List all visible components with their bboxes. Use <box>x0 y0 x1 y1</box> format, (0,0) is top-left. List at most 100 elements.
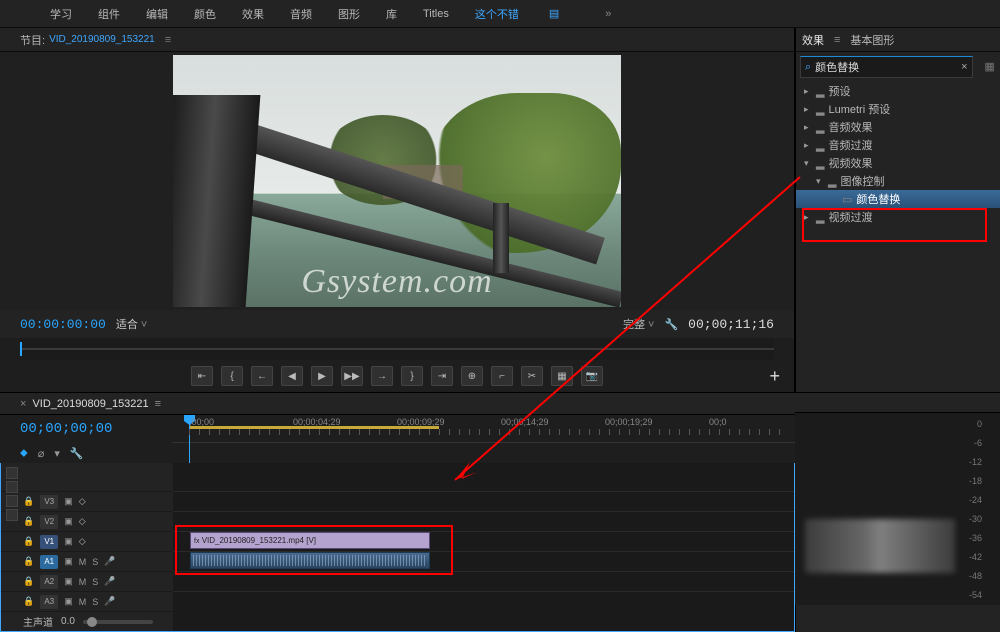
insert-btn[interactable]: ⊕ <box>461 366 483 386</box>
track-v1[interactable]: 🔒V1▣◇ <box>1 531 173 551</box>
mark-in-btn[interactable]: ⇤ <box>191 366 213 386</box>
video-clip[interactable]: fx VID_20190809_153221.mp4 [V] <box>190 532 430 549</box>
export-frame-btn[interactable]: 📷 <box>581 366 603 386</box>
menu-graphics[interactable]: 图形 <box>338 6 360 22</box>
folder-icon: ▂ <box>816 157 824 170</box>
folder-icon: ▂ <box>816 121 824 134</box>
lock-icon[interactable]: 🔒 <box>23 576 34 587</box>
eye-icon[interactable]: ▣ <box>64 496 73 507</box>
workspace-active[interactable]: 这个不错 <box>475 6 519 22</box>
tree-image-control[interactable]: ▾▂图像控制 <box>796 172 1000 190</box>
master-track[interactable]: 主声道0.0 <box>1 611 173 631</box>
menu-library[interactable]: 库 <box>386 6 397 22</box>
effects-search[interactable]: ⌕ × <box>800 56 973 78</box>
watermark-text: Gsystem.com <box>301 263 492 301</box>
folder-icon: ▂ <box>816 211 824 224</box>
resolution-menu[interactable]: 完整 <box>623 316 654 332</box>
toggle-icon[interactable]: ◇ <box>79 536 86 547</box>
workspace-overflow[interactable]: » <box>605 8 611 20</box>
lock-icon[interactable]: 🔒 <box>23 536 34 547</box>
lock-icon[interactable]: 🔒 <box>23 596 34 607</box>
audio-clip[interactable] <box>190 552 430 569</box>
menu-learn[interactable]: 学习 <box>50 6 72 22</box>
mic-icon[interactable]: 🎤 <box>104 576 115 587</box>
clear-search-icon[interactable]: × <box>961 61 967 73</box>
folder-icon: ▂ <box>816 139 824 152</box>
effect-color-replace[interactable]: ▭颜色替换 <box>796 190 1000 208</box>
zoom-fit-menu[interactable]: 适合 <box>116 316 147 332</box>
mute-icon[interactable]: ▣ <box>64 576 73 587</box>
menu-titles[interactable]: Titles <box>423 8 449 20</box>
snap-icon[interactable]: ⬥ <box>20 447 28 460</box>
folder-icon: ▂ <box>828 175 836 188</box>
step-fwd-btn[interactable]: → <box>371 366 393 386</box>
button-editor[interactable]: + <box>769 366 780 387</box>
audio-meter-panel: 0-6-12 -18-24-30 -36-42-48 -54 <box>795 392 1000 605</box>
tree-presets[interactable]: ▸▂预设 <box>796 82 1000 100</box>
track-a2[interactable]: 🔒A2▣MS🎤 <box>1 571 173 591</box>
menu-audio[interactable]: 音频 <box>290 6 312 22</box>
track-headers: 🔒V3▣◇ 🔒V2▣◇ 🔒V1▣◇ 🔒A1▣MS🎤 🔒A2▣MS🎤 🔒A3▣MS… <box>1 463 173 631</box>
panel-menu-icon[interactable]: ≡ <box>165 34 171 46</box>
track-lanes[interactable]: fx VID_20190809_153221.mp4 [V] <box>173 463 794 631</box>
tree-video-trans[interactable]: ▸▂视频过渡 <box>796 208 1000 226</box>
timeline-tab[interactable]: VID_20190809_153221 <box>32 398 148 410</box>
toggle-icon[interactable]: ◇ <box>79 496 86 507</box>
toggle-icon[interactable]: ◇ <box>79 516 86 527</box>
search-icon: ⌕ <box>805 61 811 74</box>
mic-icon[interactable]: 🎤 <box>104 596 115 607</box>
step-back-btn[interactable]: ← <box>251 366 273 386</box>
tree-audio-fx[interactable]: ▸▂音频效果 <box>796 118 1000 136</box>
effects-panel: 效果 ≡ 基本图形 ⌕ × ▦ ▦ ▦ ▸▂预设 ▸▂Lumetri 预设 ▸▂… <box>795 28 1000 632</box>
effect-icon: ▭ <box>842 193 852 206</box>
goto-out-btn[interactable]: } <box>401 366 423 386</box>
ruler-label: 00;00;19;29 <box>605 417 653 427</box>
extract-btn[interactable]: ▦ <box>551 366 573 386</box>
panel-menu-icon[interactable]: ≡ <box>155 398 161 410</box>
tab-essential-graphics[interactable]: 基本图形 <box>850 32 894 48</box>
eye-icon[interactable]: ▣ <box>64 536 73 547</box>
mute-icon[interactable]: ▣ <box>64 556 73 567</box>
menu-edit[interactable]: 编辑 <box>146 6 168 22</box>
track-a1[interactable]: 🔒A1▣MS🎤 <box>1 551 173 571</box>
mark-out-btn[interactable]: ⇥ <box>431 366 453 386</box>
marker-icon[interactable]: ▾ <box>54 447 60 460</box>
master-fader[interactable] <box>83 620 153 624</box>
play-fwd-btn[interactable]: ▶▶ <box>341 366 363 386</box>
tree-lumetri[interactable]: ▸▂Lumetri 预设 <box>796 100 1000 118</box>
play-back-btn[interactable]: ◀ <box>281 366 303 386</box>
tree-video-fx[interactable]: ▾▂视频效果 <box>796 154 1000 172</box>
lock-icon[interactable]: 🔒 <box>23 516 34 527</box>
track-v2[interactable]: 🔒V2▣◇ <box>1 511 173 531</box>
program-timecode[interactable]: 00:00:00:00 <box>20 317 106 332</box>
overwrite-btn[interactable]: ⌐ <box>491 366 513 386</box>
settings-icon[interactable]: 🔧 <box>664 318 678 331</box>
menu-color[interactable]: 颜色 <box>194 6 216 22</box>
menu-assembly[interactable]: 组件 <box>98 6 120 22</box>
settings-wrench-icon[interactable]: 🔧 <box>70 447 84 460</box>
tree-audio-trans[interactable]: ▸▂音频过渡 <box>796 136 1000 154</box>
workspace-pin-icon[interactable]: ▤ <box>549 7 559 20</box>
eye-icon[interactable]: ▣ <box>64 516 73 527</box>
effects-search-input[interactable] <box>815 61 957 73</box>
goto-in-btn[interactable]: { <box>221 366 243 386</box>
mute-icon[interactable]: ▣ <box>64 596 73 607</box>
track-a3[interactable]: 🔒A3▣MS🎤 <box>1 591 173 611</box>
lock-icon[interactable]: 🔒 <box>23 556 34 567</box>
ruler-label: 00;00;09;29 <box>397 417 445 427</box>
timeline-timecode[interactable]: 00;00;00;00 <box>0 421 172 437</box>
program-tab[interactable]: 节目: VID_20190809_153221 ≡ <box>0 28 794 52</box>
mic-icon[interactable]: 🎤 <box>104 556 115 567</box>
fx-accel-icon[interactable]: ▦ <box>983 60 997 73</box>
lock-icon[interactable]: 🔒 <box>23 496 34 507</box>
program-scrubber[interactable] <box>20 338 774 360</box>
program-viewport[interactable]: Gsystem.com <box>0 52 794 310</box>
tab-effects[interactable]: 效果 <box>802 32 824 48</box>
panel-menu-icon[interactable]: ≡ <box>834 34 840 46</box>
menu-effects[interactable]: 效果 <box>242 6 264 22</box>
timeline-ruler[interactable]: ;00;0000;00;04;2900;00;09;2900;00;14;290… <box>172 415 795 443</box>
link-icon[interactable]: ⌀ <box>38 447 45 460</box>
track-v3[interactable]: 🔒V3▣◇ <box>1 491 173 511</box>
lift-btn[interactable]: ✂ <box>521 366 543 386</box>
play-btn[interactable]: ▶ <box>311 366 333 386</box>
